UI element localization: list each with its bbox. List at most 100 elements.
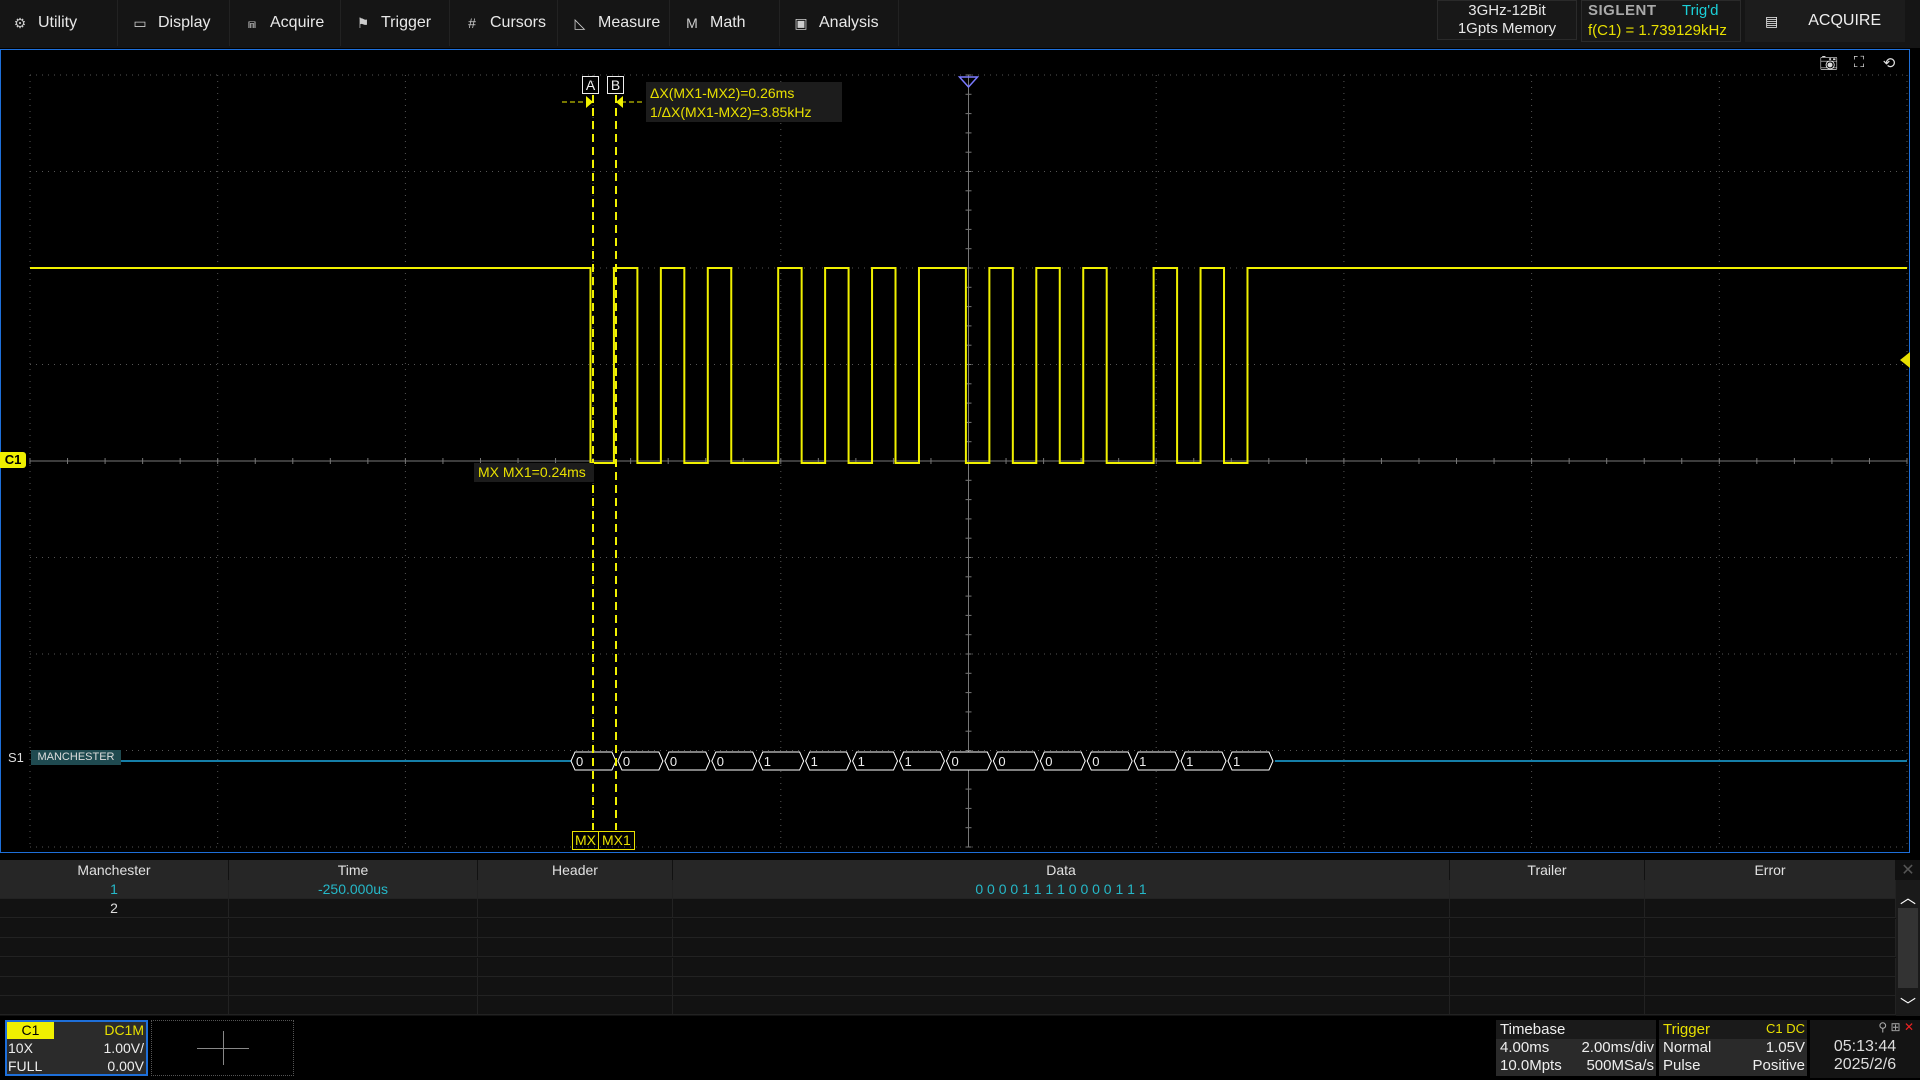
cell-trailer <box>1450 899 1645 919</box>
column-header[interactable]: Data <box>673 860 1450 880</box>
menu-label: Math <box>710 14 746 31</box>
table-row[interactable]: 1 -250.000us 0 0 0 0 1 1 1 1 0 0 0 0 1 1 1 <box>0 880 1896 899</box>
cell-error <box>1645 880 1896 899</box>
trigger-level: 1.05V <box>1765 1039 1805 1056</box>
waveform-area[interactable] <box>0 49 1910 853</box>
cell-data: 0 0 0 0 1 1 1 1 0 0 0 0 1 1 1 <box>673 880 1450 899</box>
clock-date: 2025/2/6 <box>1833 1056 1897 1073</box>
menu-analysis[interactable]: ▣ Analysis <box>781 0 899 46</box>
cursor-bottom-label[interactable]: MX MX1 <box>572 831 635 850</box>
timebase-points: 10.0Mpts <box>1500 1057 1562 1074</box>
column-header[interactable]: Time <box>229 860 478 880</box>
menu-measure[interactable]: ◺ Measure <box>560 0 670 46</box>
ch1-bandwidth: FULL <box>8 1058 43 1074</box>
usb-network-icons: ⚲ ⊞ ✕ <box>1878 1020 1914 1034</box>
cursors-icon: # <box>468 15 476 31</box>
trigger-status-panel: SIGLENT Trig'd f(C1) = 1.739129kHz <box>1581 0 1741 42</box>
table-row[interactable] <box>0 918 1896 938</box>
gear-icon: ⚙ <box>13 14 27 31</box>
cell-index: 1 <box>0 880 229 899</box>
cell-header <box>478 899 673 919</box>
trigger-mode: Normal <box>1663 1039 1712 1056</box>
cell-index: 2 <box>0 899 229 919</box>
ch1-name: C1 <box>7 1022 54 1039</box>
ch1-scale: 1.00V/ <box>103 1040 144 1056</box>
menu-label: Acquire <box>270 14 325 31</box>
column-header[interactable]: Trailer <box>1450 860 1645 880</box>
trigger-panel[interactable]: Trigger C1 DC Normal 1.05V Pulse Positiv… <box>1659 1020 1807 1076</box>
cursor-measure-box: ΔX(MX1-MX2)=0.26ms 1/ΔX(MX1-MX2)=3.85kHz <box>646 82 842 122</box>
timebase-panel[interactable]: Timebase 4.00ms 2.00ms/div 10.0Mpts 500M… <box>1496 1020 1656 1076</box>
spec-badge: 3GHz-12Bit 1Gpts Memory <box>1437 0 1577 40</box>
column-header[interactable]: Error <box>1645 860 1896 880</box>
ruler-icon: ◺ <box>574 14 586 31</box>
screenshot-camera-icon[interactable]: 📷︎ <box>1819 54 1839 74</box>
add-channel-slot[interactable] <box>151 1020 294 1076</box>
frequency-counter: f(C1) = 1.739129kHz <box>1588 22 1727 39</box>
bus-id-label: S1 <box>8 750 24 765</box>
fullscreen-icon[interactable]: ⛶ <box>1849 54 1869 74</box>
table-row[interactable] <box>0 938 1896 958</box>
menu-label: Analysis <box>819 14 879 31</box>
cell-trailer <box>1450 880 1645 899</box>
decode-table: Manchester Time Header Data Trailer Error 1 -25… <box>0 860 1920 1016</box>
table-row[interactable] <box>0 996 1896 1016</box>
column-header[interactable]: Header <box>478 860 673 880</box>
cell-header <box>478 880 673 899</box>
flag-icon: ⚑ <box>356 14 370 31</box>
channel1-ground-marker[interactable]: C1 <box>0 452 26 468</box>
cell-time: -250.000us <box>229 880 478 899</box>
acquire-label: ACQUIRE <box>1808 12 1882 29</box>
menu-label: Trigger <box>381 14 432 31</box>
trigger-polarity: Positive <box>1752 1057 1805 1074</box>
cursor-delta: ΔX(MX1-MX2)=0.26ms <box>650 85 795 101</box>
acquire-button[interactable]: ▤ ACQUIRE <box>1745 0 1905 42</box>
cell-data <box>673 899 1450 919</box>
table-row[interactable] <box>0 977 1896 996</box>
table-scrollbar[interactable]: ︿ ﹀ <box>1896 880 1920 1016</box>
bus-protocol-tag[interactable]: MANCHESTER <box>31 750 121 765</box>
menu-cursors[interactable]: # Cursors <box>452 0 558 46</box>
menu-trigger[interactable]: ⚑ Trigger <box>343 0 450 46</box>
trigger-title: Trigger <box>1663 1021 1710 1038</box>
ch1-probe: 10X <box>8 1040 33 1056</box>
timebase-scale: 2.00ms/div <box>1581 1039 1654 1056</box>
close-table-icon[interactable]: ✕ <box>1898 860 1918 880</box>
cursor-inverse: 1/ΔX(MX1-MX2)=3.85kHz <box>650 104 812 120</box>
cursor-b-handle[interactable]: B <box>607 76 624 94</box>
trigger-type: Pulse <box>1663 1057 1701 1074</box>
menu-acquire[interactable]: ⩎ Acquire <box>232 0 341 46</box>
scroll-up-icon[interactable]: ︿ <box>1896 884 1920 908</box>
ch1-coupling: DC1M <box>104 1022 144 1038</box>
timebase-delay: 4.00ms <box>1500 1039 1550 1056</box>
menu-label: Display <box>158 14 211 31</box>
column-header[interactable]: Manchester <box>0 860 229 880</box>
rotate-icon[interactable]: ⟲ <box>1879 54 1899 74</box>
math-icon: M <box>686 15 698 31</box>
menu-math[interactable]: M Math <box>672 0 780 46</box>
scroll-thumb[interactable] <box>1898 908 1918 988</box>
table-row[interactable] <box>0 957 1896 977</box>
spec-line-1: 3GHz-12Bit <box>1468 2 1546 19</box>
menu-utility[interactable]: ⚙ Utility <box>0 0 118 46</box>
monitor-icon: ▭ <box>133 14 147 31</box>
timebase-rate: 500MSa/s <box>1586 1057 1654 1074</box>
scroll-down-icon[interactable]: ﹀ <box>1896 992 1920 1016</box>
cell-error <box>1645 899 1896 919</box>
table-row[interactable]: 2 <box>0 899 1896 919</box>
cursor-label-mx1: MX1 <box>602 832 631 848</box>
analysis-icon: ▣ <box>794 14 808 31</box>
menu-display[interactable]: ▭ Display <box>120 0 230 46</box>
timebase-title: Timebase <box>1500 1021 1566 1038</box>
trigger-state: Trig'd <box>1682 2 1719 19</box>
mx1-readout: MX MX1=0.24ms <box>474 463 594 482</box>
spec-line-2: 1Gpts Memory <box>1457 20 1557 37</box>
acquire-icon: ⩎ <box>248 14 256 31</box>
clock-panel[interactable]: ⚲ ⊞ ✕ 05:13:44 2025/2/6 <box>1810 1020 1920 1078</box>
clock-time: 05:13:44 <box>1833 1038 1897 1055</box>
channel1-panel[interactable]: C1 DC1M 10X 1.00V/ FULL 0.00V <box>5 1020 148 1076</box>
brand-logo: SIGLENT <box>1588 2 1657 19</box>
trigger-source: C1 DC <box>1765 1021 1805 1036</box>
cursor-a-handle[interactable]: A <box>582 76 599 94</box>
ch1-offset: 0.00V <box>107 1058 144 1074</box>
